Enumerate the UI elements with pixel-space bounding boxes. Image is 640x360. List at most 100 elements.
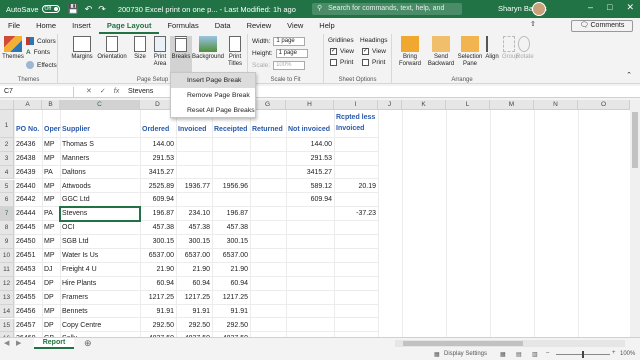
table-cell[interactable]: 21.90 [140,263,176,277]
table-cell[interactable]: 234.10 [176,207,212,222]
table-cell[interactable] [334,166,378,180]
vertical-scroll-thumb[interactable] [632,112,638,168]
table-cell[interactable] [250,221,286,236]
table-cell[interactable] [250,235,286,249]
table-cell[interactable]: 26456 [14,305,42,319]
table-cell[interactable]: MP [42,235,60,249]
table-cell[interactable] [334,263,378,277]
column-header-n[interactable]: N [534,100,578,110]
scale-field[interactable]: 100% [273,61,306,70]
tab-home[interactable]: Home [28,18,64,34]
table-cell[interactable]: 1217.25 [212,291,250,305]
table-cell[interactable]: Framers [60,291,140,305]
tab-file[interactable]: File [0,18,28,34]
table-cell[interactable]: Bennets [60,305,140,319]
table-cell[interactable]: 91.91 [212,305,250,319]
table-cell[interactable] [212,152,250,166]
table-cell[interactable]: MP [42,221,60,236]
name-box[interactable]: C7 [2,87,74,97]
table-cell[interactable] [176,166,212,180]
table-cell[interactable] [334,291,378,305]
column-header-c[interactable]: C [60,100,140,110]
table-cell[interactable]: 196.87 [212,207,250,222]
table-cell[interactable]: 609.94 [140,193,176,208]
table-cell[interactable]: DP [42,291,60,305]
table-cell[interactable]: 292.50 [140,319,176,333]
table-cell[interactable]: 609.94 [286,193,334,208]
row-header-2[interactable]: 2 [0,137,14,152]
table-cell[interactable]: 26457 [14,319,42,333]
header-cell[interactable]: Supplier [60,110,140,138]
background-button[interactable]: Background [192,36,224,61]
column-header-j[interactable]: J [378,100,402,110]
normal-view-icon[interactable]: ▦ [500,351,506,358]
table-cell[interactable]: 300.15 [140,235,176,249]
page-break-view-icon[interactable]: ▥ [532,351,538,358]
table-cell[interactable]: 26439 [14,166,42,180]
horizontal-scrollbar[interactable] [395,340,625,347]
table-cell[interactable]: 60.94 [212,277,250,291]
column-header-b[interactable]: B [42,100,60,110]
effects-button[interactable]: Effects [26,61,57,69]
header-cell[interactable]: Rcpted less Invoiced [334,110,378,138]
table-cell[interactable]: 292.50 [212,319,250,333]
table-cell[interactable] [334,221,378,236]
row-header-12[interactable]: 12 [0,276,14,291]
autosave-toggle[interactable]: AutoSave Off [6,5,60,14]
column-header-h[interactable]: H [286,100,334,110]
tab-view[interactable]: View [279,18,311,34]
table-cell[interactable] [334,249,378,263]
tab-help[interactable]: Help [311,18,342,34]
table-cell[interactable]: 26438 [14,152,42,166]
column-header-a[interactable]: A [14,100,42,110]
table-cell[interactable]: 1217.25 [176,291,212,305]
table-cell[interactable]: Freight 4 U [60,263,140,277]
table-cell[interactable]: 21.90 [176,263,212,277]
tab-page-layout[interactable]: Page Layout [98,18,160,34]
table-cell[interactable]: 26453 [14,263,42,277]
cancel-icon[interactable]: ✕ [86,86,92,98]
display-settings-link[interactable]: Display Settings [444,351,487,357]
table-cell[interactable]: DP [42,319,60,333]
table-cell[interactable] [176,138,212,152]
table-cell[interactable]: DJ [42,263,60,277]
tab-data[interactable]: Data [207,18,239,34]
table-cell[interactable] [176,152,212,166]
table-cell[interactable]: Thomas S [60,138,140,152]
close-icon[interactable]: ✕ [626,2,634,13]
table-cell[interactable] [250,277,286,291]
table-cell[interactable]: 26442 [14,193,42,208]
table-cell[interactable] [250,263,286,277]
comments-button[interactable]: 🗨 Comments [571,20,633,32]
add-sheet-icon[interactable]: ⊕ [84,338,92,349]
table-cell[interactable]: -37.23 [334,207,378,222]
table-cell[interactable] [250,319,286,333]
table-cell[interactable]: 1217.25 [140,291,176,305]
table-cell[interactable] [212,193,250,208]
table-cell[interactable]: 6537.00 [140,249,176,263]
tab-review[interactable]: Review [239,18,280,34]
table-cell[interactable] [286,277,334,291]
maximize-icon[interactable]: □ [607,2,612,13]
width-field[interactable]: 1 page [273,37,306,46]
gridlines-view-checkbox[interactable]: ✓ View [330,48,354,55]
undo-icon[interactable]: ↶ [85,4,93,15]
column-header-m[interactable]: M [490,100,534,110]
table-cell[interactable]: 144.00 [140,138,176,152]
row-header-8[interactable]: 8 [0,221,14,236]
tab-insert[interactable]: Insert [64,18,99,34]
print-titles-button[interactable]: Print Titles [224,36,246,68]
zoom-level[interactable]: 100% [620,351,635,357]
table-cell[interactable]: Hire Plants [60,277,140,291]
row-header-3[interactable]: 3 [0,151,14,166]
save-icon[interactable]: 💾 [68,4,79,15]
table-cell[interactable] [334,138,378,152]
table-cell[interactable] [212,166,250,180]
table-cell[interactable]: 26444 [14,207,42,222]
table-cell[interactable]: 60.94 [176,277,212,291]
table-cell[interactable]: Attwoods [60,180,140,194]
table-cell[interactable]: PA [42,166,60,180]
table-cell[interactable]: 457.38 [140,221,176,236]
headings-print-checkbox[interactable]: Print [362,59,385,66]
table-cell[interactable]: 3415.27 [140,166,176,180]
